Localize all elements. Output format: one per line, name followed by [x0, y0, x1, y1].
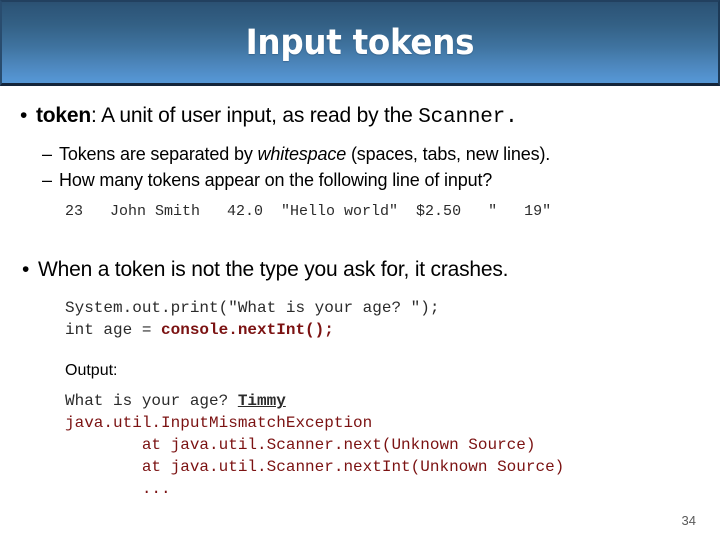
output-line-exception: java.util.InputMismatchException: [65, 414, 373, 432]
code-line-nextint-highlight: console.nextInt();: [161, 321, 334, 339]
sub-bullet-howmany-text: How many tokens appear on the following …: [59, 170, 493, 190]
code-line-nextint-plain: int age =: [65, 321, 162, 339]
sample-input-line: 23 John Smith 42.0 "Hello world" $2.50 "…: [65, 203, 552, 220]
output-line-trace-2: at java.util.Scanner.nextInt(Unknown Sou…: [65, 458, 565, 476]
code-line-print: System.out.print("What is your age? ");: [65, 299, 440, 317]
output-user-input: Timmy: [237, 392, 286, 410]
slide-title-bar: Input tokens: [0, 0, 720, 86]
output-line-prompt: What is your age? Timmy: [65, 392, 286, 410]
bullet-token-term: token: [36, 104, 92, 127]
output-line-trace-1: at java.util.Scanner.next(Unknown Source…: [65, 436, 536, 454]
bullet-crash: • When a token is not the type you ask fo…: [22, 258, 509, 282]
page-title: Input tokens: [245, 22, 475, 63]
output-line-trace-ellipsis: ...: [65, 480, 171, 498]
dash-marker-icon: –: [42, 144, 52, 164]
page-number: 34: [681, 513, 696, 528]
code-line-nextint: int age = console.nextInt();: [65, 321, 334, 339]
bullet-dot-icon: •: [20, 104, 28, 127]
sub-bullet-whitespace-pre: Tokens are separated by: [59, 144, 258, 164]
slide-content: • token: A unit of user input, as read by…: [0, 86, 720, 540]
bullet-token: • token: A unit of user input, as read by…: [20, 104, 518, 129]
sub-bullet-whitespace-emphasis: whitespace: [257, 144, 347, 164]
sub-bullet-whitespace-post: (spaces, tabs, new lines).: [346, 144, 551, 164]
bullet-token-rest: : A unit of user input, as read by the: [91, 104, 419, 127]
bullet-crash-text: When a token is not the type you ask for…: [38, 258, 509, 281]
output-label: Output:: [65, 362, 118, 379]
bullet-dot-icon: •: [22, 258, 30, 281]
bullet-token-scanner: Scanner.: [418, 106, 518, 129]
sub-bullet-howmany: – How many tokens appear on the following…: [42, 170, 492, 191]
output-prompt-text: What is your age?: [65, 392, 238, 410]
sub-bullet-whitespace: – Tokens are separated by whitespace (spa…: [42, 144, 550, 165]
dash-marker-icon: –: [42, 170, 52, 190]
